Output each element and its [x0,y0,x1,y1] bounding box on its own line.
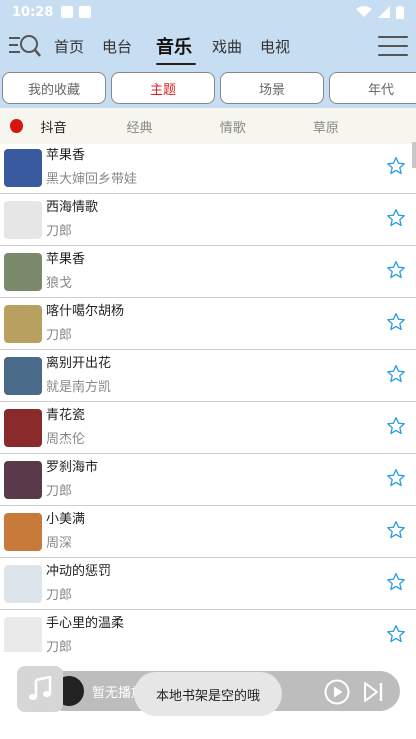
song-artist: 刀郎 [46,587,73,603]
song-row[interactable]: 苹果香 狼戈 [0,246,416,298]
song-title: 手心里的温柔 [46,615,125,631]
song-title: 小美满 [46,511,86,527]
tab-radio[interactable]: 电台 [98,36,146,57]
song-artist: 就是南方凯 [46,379,112,395]
song-artist: 黑大婶回乡带娃 [46,171,138,187]
song-text: 离别开出花就是南方凯 [46,355,111,397]
album-cover [4,304,42,343]
favorite-star-icon[interactable] [386,364,406,384]
song-title: 青花瓷 [46,407,86,423]
favorite-star-icon[interactable] [386,468,406,488]
song-text: 苹果香黑大婶回乡带娃 [46,147,137,189]
song-title: 西海情歌 [46,199,99,215]
sub-tab-grassland[interactable]: 草原 [313,117,406,136]
favorite-star-icon[interactable] [386,624,406,644]
favorite-star-icon[interactable] [386,208,406,228]
player-cover[interactable] [17,666,63,712]
signal-icon [378,6,390,18]
sub-tabs: 抖音 经典 情歌 草原 [0,108,416,144]
tab-home[interactable]: 首页 [50,36,98,57]
nav-tabs: 首页 电台 音乐 戏曲 电视 [50,33,304,65]
song-row[interactable]: 青花瓷 周杰伦 [0,402,416,454]
album-cover [4,408,42,447]
album-cover [4,512,42,551]
song-artist: 刀郎 [46,639,73,653]
song-artist: 狼戈 [46,275,73,291]
active-indicator-dot [10,119,23,133]
song-row[interactable]: 手心里的温柔 刀郎 [0,610,416,652]
song-text: 手心里的温柔 刀郎 [46,615,124,653]
song-text: 青花瓷 周杰伦 [46,407,85,449]
song-text: 西海情歌 刀郎 [46,199,98,241]
album-cover [4,148,42,187]
song-list: 苹果香 黑大婶回乡带娃 西海情歌 刀郎 苹果香 狼戈 喀什噶尔胡杨 刀郎 离别开出花 就是南方凯青… [0,142,416,652]
album-cover [4,200,42,239]
song-artist: 周深 [46,535,73,551]
song-title: 离别开出花 [46,355,112,371]
top-nav: 首页 电台 音乐 戏曲 电视 [0,24,416,68]
song-text: 小美满 周深 [46,511,85,553]
song-title: 苹果香 [46,251,86,267]
filter-bar: 我的收藏 主题 场景 年代 [0,68,416,108]
album-cover [4,252,42,291]
sub-tab-love-songs[interactable]: 情歌 [220,117,313,136]
song-text: 喀什噶尔胡杨 刀郎 [46,303,124,345]
next-icon[interactable] [362,681,384,703]
menu-icon[interactable] [378,32,408,60]
album-cover [4,616,42,652]
song-row[interactable]: 罗刹海市 刀郎 [0,454,416,506]
chip-scene[interactable]: 场景 [220,72,324,104]
song-artist: 刀郎 [46,483,73,499]
album-cover [4,564,42,603]
status-bar: 10:28 [0,0,416,24]
chip-theme[interactable]: 主题 [111,72,215,104]
song-row[interactable]: 冲动的惩罚 刀郎 [0,558,416,610]
album-cover [4,460,42,499]
chip-era[interactable]: 年代 [329,72,416,104]
search-button[interactable] [8,31,42,61]
notification-icon [61,6,74,18]
song-row[interactable]: 喀什噶尔胡杨 刀郎 [0,298,416,350]
song-artist: 刀郎 [46,223,73,239]
song-artist: 周杰伦 [46,431,86,447]
notification-icon [79,6,92,18]
favorite-star-icon[interactable] [386,572,406,592]
song-row[interactable]: 小美满 周深 [0,506,416,558]
song-row[interactable]: 苹果香黑大婶回乡带娃 [0,142,416,194]
song-title: 冲动的惩罚 [46,563,112,579]
song-text: 罗刹海市 刀郎 [46,459,98,501]
favorite-star-icon[interactable] [386,312,406,332]
song-row[interactable]: 西海情歌 刀郎 [0,194,416,246]
song-artist: 刀郎 [46,327,73,343]
status-time: 10:28 [12,4,54,20]
tab-opera[interactable]: 戏曲 [208,36,256,57]
favorite-star-icon[interactable] [386,520,406,540]
sub-tab-douyin[interactable]: 抖音 [41,117,127,136]
song-title: 罗刹海市 [46,459,99,475]
favorite-star-icon[interactable] [386,260,406,280]
song-title: 喀什噶尔胡杨 [46,303,125,319]
song-text: 苹果香 狼戈 [46,251,85,293]
song-text: 冲动的惩罚 刀郎 [46,563,111,605]
search-icon [9,35,41,57]
chip-favorites[interactable]: 我的收藏 [2,72,106,104]
song-title: 苹果香 [46,147,86,163]
favorite-star-icon[interactable] [386,156,406,176]
wifi-icon [356,6,372,17]
toast-message: 本地书架是空的哦 [134,672,282,716]
favorite-star-icon[interactable] [386,416,406,436]
sub-tab-classic[interactable]: 经典 [127,117,220,136]
tab-tv[interactable]: 电视 [256,36,304,57]
battery-icon [396,5,404,19]
song-row[interactable]: 离别开出花就是南方凯 [0,350,416,402]
tab-music[interactable]: 音乐 [146,33,208,65]
scrollbar[interactable] [412,142,416,168]
album-cover [4,356,42,395]
play-icon[interactable] [324,679,350,705]
music-note-icon [29,676,52,700]
